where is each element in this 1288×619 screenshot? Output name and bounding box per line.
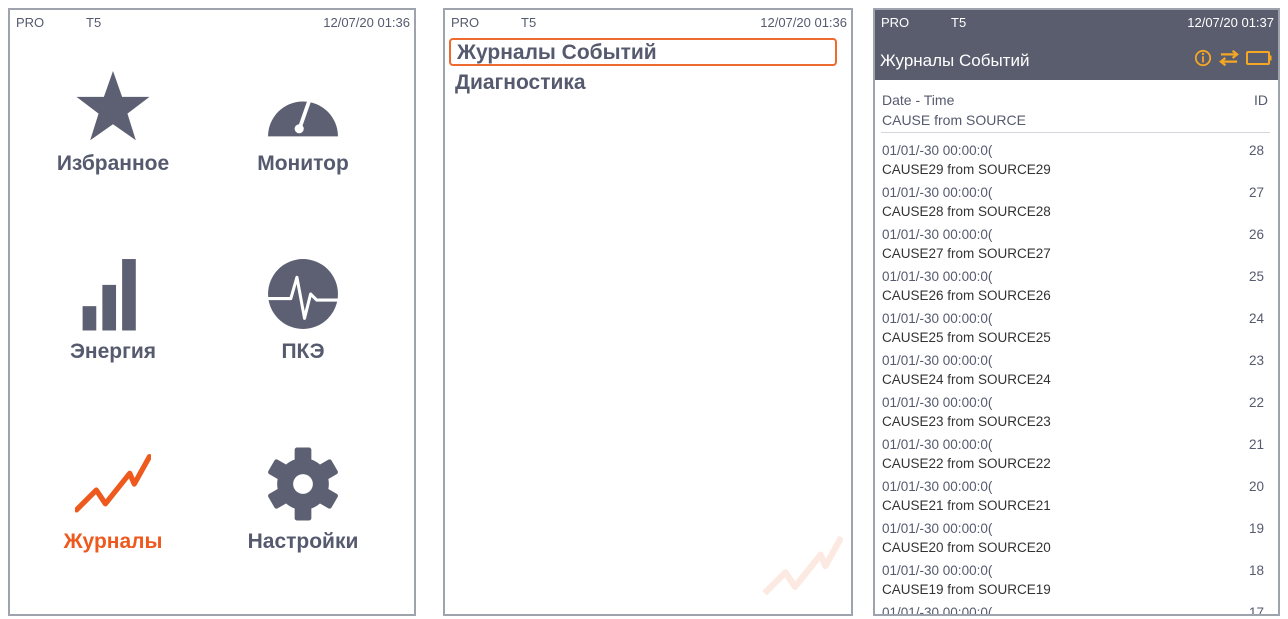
event-log-screen: PRO T5 12/07/20 01:37 Журналы Событий Da… [873, 8, 1280, 616]
log-row[interactable]: 01/01/-30 00:00:0( CAUSE26 from SOURCE26 2… [882, 269, 1268, 311]
status-bar: PRO T5 12/07/20 01:36 [445, 10, 851, 34]
log-datetime: 01/01/-30 00:00:0( [882, 227, 993, 242]
log-row[interactable]: 01/01/-30 00:00:0( CAUSE19 from SOURCE19 1… [882, 563, 1268, 605]
menu-tile-label: ПКЭ [281, 340, 325, 363]
header-divider [881, 132, 1270, 133]
log-datetime: 01/01/-30 00:00:0( [882, 143, 993, 158]
channel-label: T5 [521, 15, 537, 30]
status-bar: PRO T5 12/07/20 01:37 [875, 10, 1278, 34]
header-icons [1194, 46, 1272, 70]
log-row[interactable]: 01/01/-30 00:00:0( CAUSE28 from SOURCE28 2… [882, 185, 1268, 227]
screen-title: Журналы Событий [880, 51, 1030, 70]
log-id: 26 [1248, 227, 1264, 242]
star-icon [76, 71, 150, 141]
menu-tile-energy[interactable]: Энергия [18, 256, 208, 364]
log-row[interactable]: 01/01/-30 00:00:0( CAUSE20 from SOURCE20 1… [882, 521, 1268, 563]
log-cause: CAUSE23 from SOURCE23 [882, 414, 1051, 429]
log-datetime: 01/01/-30 00:00:0( [882, 311, 993, 326]
log-row[interactable]: 01/01/-30 00:00:0( CAUSE27 from SOURCE27 2… [882, 227, 1268, 269]
log-id: 28 [1248, 143, 1264, 158]
log-datetime: 01/01/-30 00:00:0( [882, 521, 993, 536]
log-cause: CAUSE24 from SOURCE24 [882, 372, 1051, 387]
gauge-icon [268, 94, 338, 137]
log-id: 19 [1248, 521, 1264, 536]
log-row[interactable]: 01/01/-30 00:00:0( CAUSE29 from SOURCE29 2… [882, 143, 1268, 185]
transfer-icon[interactable] [1218, 49, 1240, 67]
log-row[interactable]: 01/01/-30 00:00:0( CAUSE25 from SOURCE25 2… [882, 311, 1268, 353]
journals-menu-screen: PRO T5 12/07/20 01:36 Журналы Событий Ди… [443, 8, 853, 616]
bar-chart-icon [82, 259, 136, 331]
event-log-list[interactable]: 01/01/-30 00:00:0( CAUSE29 from SOURCE29 2… [882, 143, 1268, 614]
datetime-label: 12/07/20 01:37 [1187, 15, 1274, 30]
log-row[interactable]: 01/01/-30 00:00:0( CAUSE22 from SOURCE22 2… [882, 437, 1268, 479]
log-cause: CAUSE22 from SOURCE22 [882, 456, 1051, 471]
log-id: 21 [1248, 437, 1264, 452]
model-label: PRO [16, 15, 45, 30]
log-datetime: 01/01/-30 00:00:0( [882, 479, 993, 494]
info-icon[interactable] [1194, 49, 1212, 67]
gear-icon [268, 447, 338, 521]
column-id: ID [1254, 92, 1268, 108]
log-row[interactable]: 01/01/-30 00:00:0( CAUSE24 from SOURCE24 2… [882, 353, 1268, 395]
log-datetime: 01/01/-30 00:00:0( [882, 563, 993, 578]
log-datetime: 01/01/-30 00:00:0( [882, 437, 993, 452]
menu-tile-label: Журналы [63, 530, 163, 553]
log-datetime: 01/01/-30 00:00:0( [882, 353, 993, 368]
log-id: 23 [1248, 353, 1264, 368]
column-datetime: Date - Time [882, 92, 955, 108]
log-id: 18 [1248, 563, 1264, 578]
log-cause: CAUSE21 from SOURCE21 [882, 498, 1051, 513]
log-row[interactable]: 01/01/-30 00:00:0( 17 [882, 605, 1268, 614]
menu-tile-favorites[interactable]: Избранное [18, 68, 208, 176]
screen-header: PRO T5 12/07/20 01:37 Журналы Событий [875, 10, 1278, 80]
trend-watermark-icon [763, 535, 843, 596]
log-cause: CAUSE26 from SOURCE26 [882, 288, 1051, 303]
log-id: 24 [1248, 311, 1264, 326]
column-cause: CAUSE from SOURCE [882, 112, 1026, 128]
log-cause: CAUSE29 from SOURCE29 [882, 162, 1051, 177]
log-id: 27 [1248, 185, 1264, 200]
log-cause: CAUSE25 from SOURCE25 [882, 330, 1051, 345]
menu-tile-monitor[interactable]: Монитор [208, 68, 398, 176]
log-cause: CAUSE19 from SOURCE19 [882, 582, 1051, 597]
menu-tile-label: Избранное [56, 152, 170, 175]
menu-item-event-logs[interactable]: Журналы Событий [449, 38, 837, 66]
menu-tile-journals[interactable]: Журналы [18, 446, 208, 554]
heartbeat-icon [268, 259, 338, 329]
menu-tile-label: Настройки [247, 530, 359, 553]
menu-tile-settings[interactable]: Настройки [208, 446, 398, 554]
datetime-label: 12/07/20 01:36 [760, 15, 847, 30]
log-id: 20 [1248, 479, 1264, 494]
battery-icon [1246, 51, 1272, 65]
status-bar: PRO T5 12/07/20 01:36 [10, 10, 414, 34]
log-datetime: 01/01/-30 00:00:0( [882, 185, 993, 200]
log-id: 25 [1248, 269, 1264, 284]
log-cause: CAUSE28 from SOURCE28 [882, 204, 1051, 219]
menu-tile-label: Монитор [257, 152, 349, 175]
trend-icon [75, 453, 151, 513]
model-label: PRO [881, 15, 910, 30]
datetime-label: 12/07/20 01:36 [323, 15, 410, 30]
log-row[interactable]: 01/01/-30 00:00:0( CAUSE23 from SOURCE23 2… [882, 395, 1268, 437]
log-datetime: 01/01/-30 00:00:0( [882, 605, 993, 614]
menu-tile-pqe[interactable]: ПКЭ [208, 256, 398, 364]
channel-label: T5 [86, 15, 102, 30]
menu-tile-label: Энергия [69, 340, 157, 363]
log-row[interactable]: 01/01/-30 00:00:0( CAUSE21 from SOURCE21 2… [882, 479, 1268, 521]
channel-label: T5 [951, 15, 967, 30]
log-cause: CAUSE27 from SOURCE27 [882, 246, 1051, 261]
model-label: PRO [451, 15, 480, 30]
main-menu-screen: PRO T5 12/07/20 01:36 Избранное Монитор … [8, 8, 416, 616]
menu-item-diagnostics[interactable]: Диагностика [449, 70, 837, 98]
log-cause: CAUSE20 from SOURCE20 [882, 540, 1051, 555]
log-id: 22 [1248, 395, 1264, 410]
log-datetime: 01/01/-30 00:00:0( [882, 269, 993, 284]
log-datetime: 01/01/-30 00:00:0( [882, 395, 993, 410]
log-id: 17 [1248, 605, 1264, 614]
